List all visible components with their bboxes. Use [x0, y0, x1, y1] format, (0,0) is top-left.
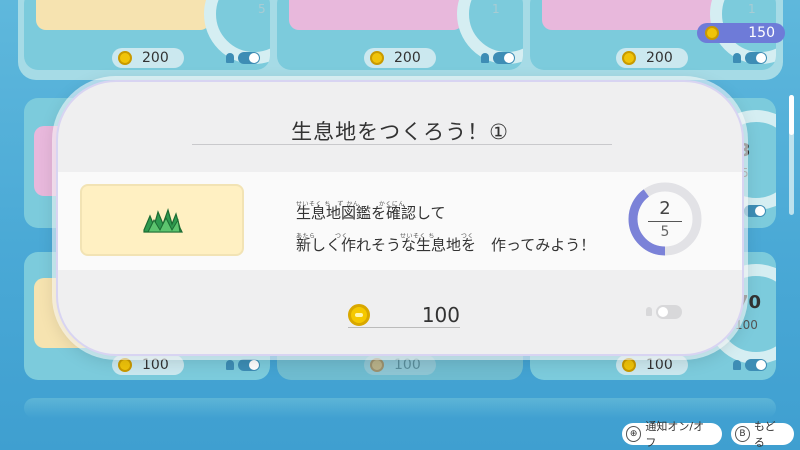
habitat-thumbnail: [80, 184, 244, 256]
toggle-icon: [656, 305, 682, 319]
mission-description: せいそく ち ず かん かくにん 生息地図鑑を確認して あたら つく せいそく …: [296, 196, 595, 260]
quest-thumbnail: [289, 0, 463, 30]
reward-row: 100: [348, 303, 460, 328]
bell-icon: [226, 53, 234, 63]
coin-icon: [348, 304, 370, 326]
quest-thumbnail: [542, 0, 716, 30]
coin-icon: [118, 51, 132, 65]
coin-icon: [370, 358, 384, 372]
progress-gauge: 2 5: [626, 180, 704, 258]
coin-icon: [705, 26, 719, 40]
coin-balance-value: 150: [748, 25, 775, 41]
notify-toggle-hint[interactable]: ⊕ 通知オン/オフ: [622, 420, 722, 449]
furigana-line-2: あたら つく せいそく ち つく: [296, 233, 474, 240]
reward-pill: 100: [112, 355, 184, 375]
bell-icon: [226, 360, 234, 370]
progress-ring: [628, 182, 702, 256]
reward-value: 200: [394, 50, 421, 66]
notify-toggle[interactable]: [238, 359, 260, 371]
reward-pill: 200: [364, 48, 436, 68]
next-row-fade: [24, 398, 776, 418]
reward-value: 100: [394, 357, 421, 373]
notify-toggle[interactable]: [744, 205, 766, 217]
progress-max: 5: [258, 2, 266, 16]
progress-current: 2: [659, 198, 671, 219]
reward-pill: 100: [364, 355, 436, 375]
mission-line-1: 生息地図鑑を確認して: [296, 204, 446, 222]
progress-max: 5: [660, 224, 670, 240]
coin-icon: [622, 358, 636, 372]
progress-max: 1: [748, 2, 756, 16]
dialog-title: 生息地をつくろう！①: [291, 120, 509, 144]
reward-value: 100: [421, 303, 460, 327]
reward-value: 100: [142, 357, 169, 373]
b-button-icon: B: [735, 426, 750, 442]
furigana-line-1: せいそく ち ず かん かくにん: [296, 201, 405, 208]
reward-pill: 100: [616, 355, 688, 375]
mission-line-2: 新しく作れそうな生息地を 作ってみよう！: [296, 236, 596, 254]
progress-max: 1: [492, 2, 500, 16]
coin-icon: [370, 51, 384, 65]
notify-toggle[interactable]: [646, 305, 682, 319]
coin-balance: 150: [697, 23, 785, 43]
bell-icon: [646, 307, 652, 316]
reward-value: 200: [646, 50, 673, 66]
notify-toggle[interactable]: [238, 52, 260, 64]
reward-pill: 200: [112, 48, 184, 68]
reward-value: 200: [142, 50, 169, 66]
reward-value: 100: [646, 357, 673, 373]
back-label: もどる: [753, 420, 776, 449]
notify-toggle[interactable]: [493, 52, 515, 64]
notify-toggle[interactable]: [745, 52, 767, 64]
progress-divider: [648, 221, 682, 222]
quest-detail-dialog[interactable]: 生息地をつくろう！① せいそく ち ず かん かくにん 生息地図鑑を確認して あ…: [56, 80, 744, 356]
coin-icon: [118, 358, 132, 372]
dialog-body: せいそく ち ず かん かくにん 生息地図鑑を確認して あたら つく せいそく …: [58, 172, 742, 270]
quest-thumbnail: [36, 0, 210, 30]
bell-icon: [733, 360, 741, 370]
notify-toggle-label: 通知オン/オフ: [645, 420, 705, 449]
plant-icon: [143, 208, 183, 233]
scrollbar-thumb[interactable]: [789, 95, 794, 135]
coin-icon: [622, 51, 636, 65]
bell-icon: [733, 53, 741, 63]
bell-icon: [481, 53, 489, 63]
title-divider: [192, 144, 612, 145]
notify-toggle[interactable]: [745, 359, 767, 371]
back-hint[interactable]: B もどる: [731, 420, 794, 449]
plus-button-icon: ⊕: [626, 426, 642, 442]
reward-pill: 200: [616, 48, 688, 68]
